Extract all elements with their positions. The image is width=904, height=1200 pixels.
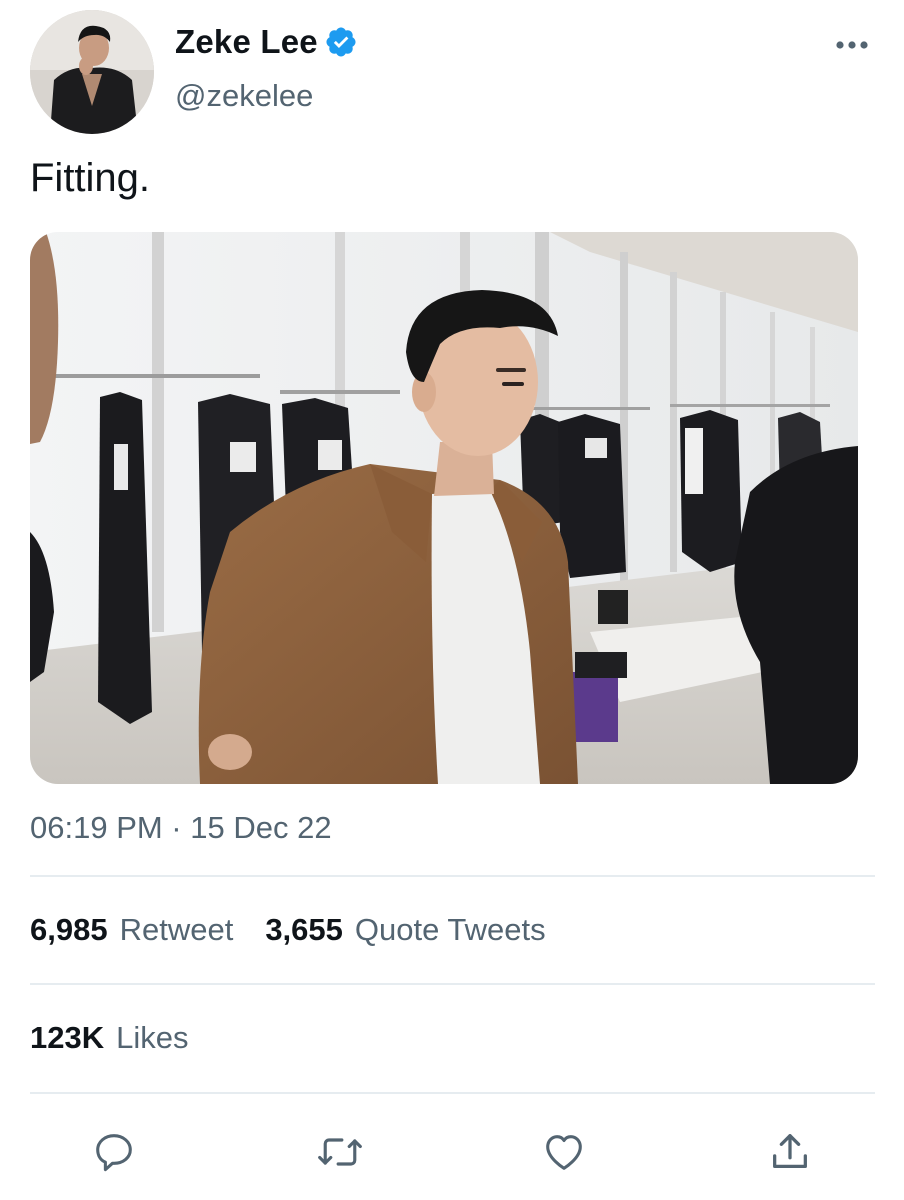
avatar[interactable] <box>30 10 154 134</box>
divider <box>30 1092 875 1094</box>
verified-badge-icon <box>324 25 358 59</box>
retweet-icon <box>318 1138 362 1166</box>
retweet-count: 6,985 <box>30 912 108 947</box>
author-handle[interactable]: @zekelee <box>175 78 313 114</box>
like-button[interactable] <box>540 1128 588 1176</box>
photo-image <box>30 232 858 784</box>
share-button[interactable] <box>766 1128 814 1176</box>
retweet-button[interactable] <box>316 1128 364 1176</box>
reply-icon <box>96 1134 132 1172</box>
quote-count: 3,655 <box>265 912 343 947</box>
tweet-timestamp[interactable]: 06:19 PM · 15 Dec 22 <box>30 810 332 846</box>
share-icon <box>773 1134 807 1169</box>
likes-label: Likes <box>116 1020 189 1055</box>
more-options-button[interactable] <box>832 30 872 60</box>
retweet-label: Retweet <box>119 912 234 947</box>
avatar-photo <box>30 10 154 134</box>
likes-link[interactable]: 123K Likes <box>30 1020 188 1056</box>
author-display-name[interactable]: Zeke Lee <box>175 23 318 61</box>
reply-button[interactable] <box>90 1128 138 1176</box>
likes-count: 123K <box>30 1020 105 1055</box>
quote-label: Quote Tweets <box>354 912 546 947</box>
engagement-stats-row: 6,985 Retweet 3,655 Quote Tweets <box>30 912 578 948</box>
author-name-row[interactable]: Zeke Lee <box>175 22 358 62</box>
more-dots-icon <box>836 41 868 49</box>
tweet-media-photo[interactable] <box>30 232 858 784</box>
divider <box>30 875 875 877</box>
heart-icon <box>546 1135 582 1170</box>
tweet-text: Fitting. <box>30 156 151 200</box>
divider <box>30 983 875 985</box>
quote-tweets-link[interactable]: 3,655 Quote Tweets <box>265 912 545 948</box>
likes-stats-row: 123K Likes <box>30 1020 220 1056</box>
retweet-count-link[interactable]: 6,985 Retweet <box>30 912 233 948</box>
